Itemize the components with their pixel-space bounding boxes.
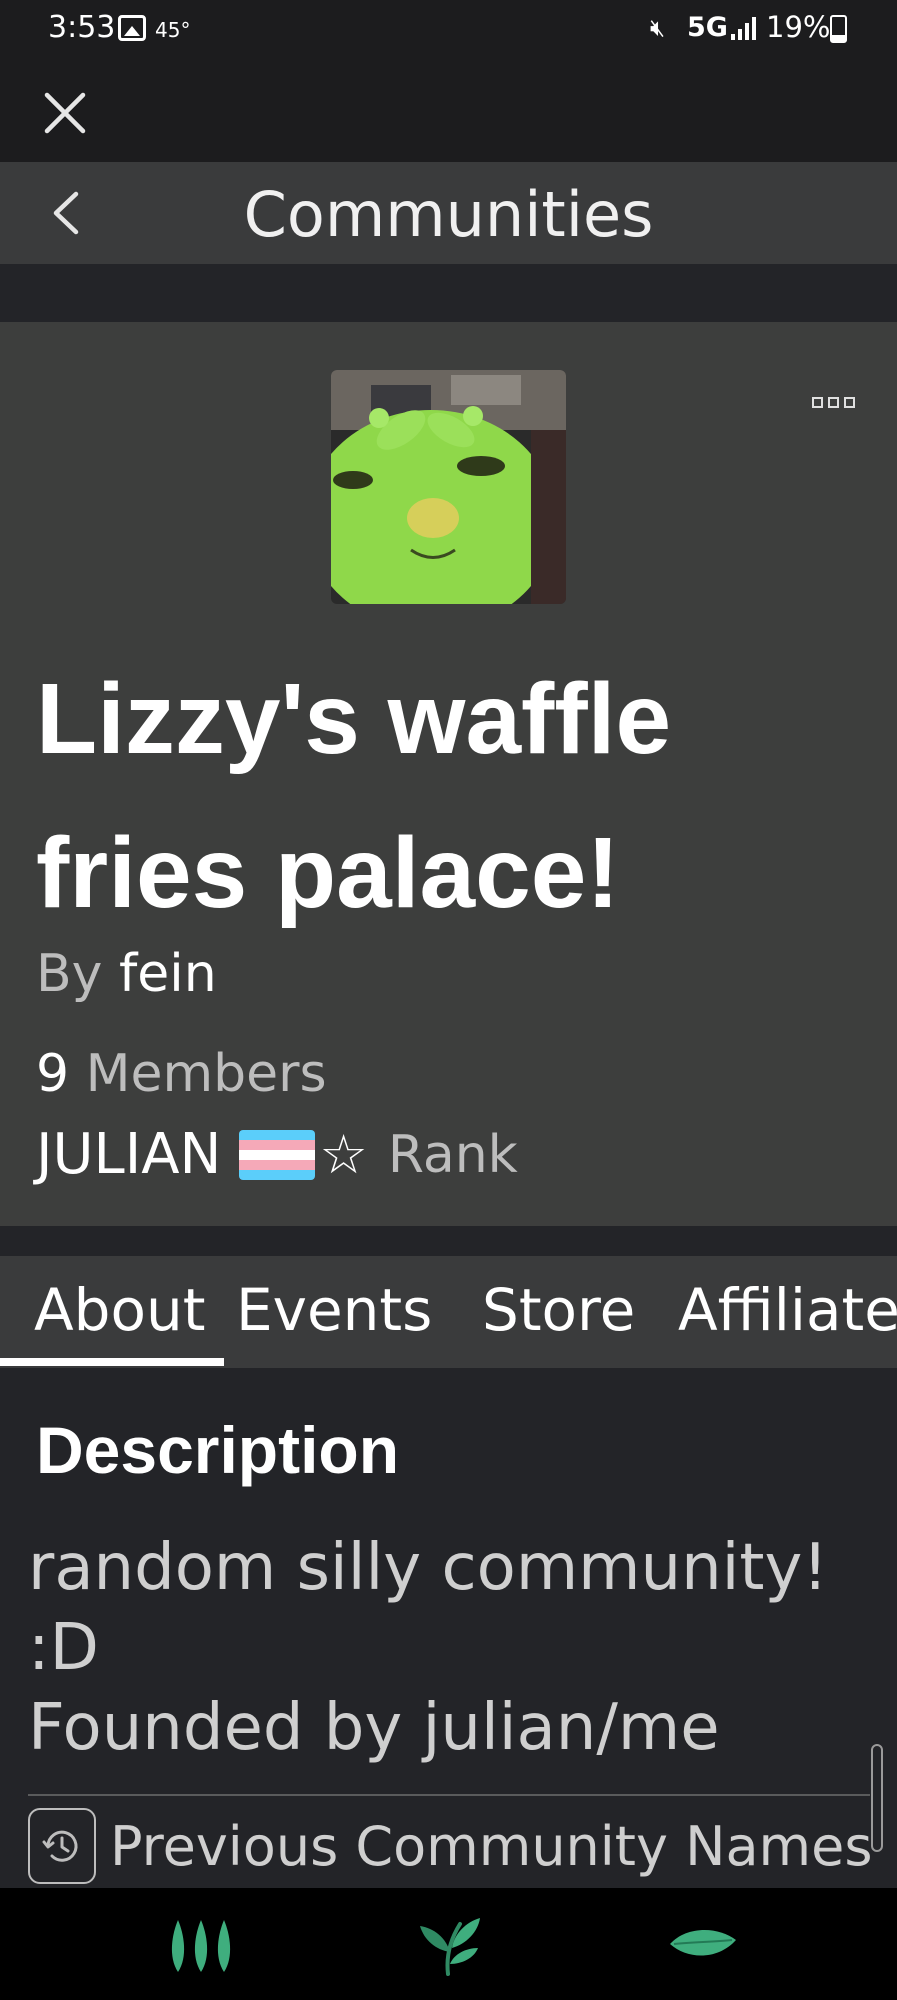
status-temperature: 45° bbox=[155, 18, 191, 42]
webview-top-bar bbox=[0, 58, 897, 162]
section-gap bbox=[0, 1226, 897, 1256]
description-text: random silly community! :D Founded by ju… bbox=[28, 1531, 829, 1765]
page-title: Communities bbox=[243, 178, 654, 251]
battery-icon bbox=[830, 15, 847, 43]
more-options-icon[interactable] bbox=[812, 397, 856, 409]
description-heading: Description bbox=[36, 1413, 400, 1487]
previous-names-button[interactable]: Previous Community Names bbox=[28, 1808, 873, 1884]
mute-icon: 🔇︎ bbox=[650, 14, 666, 42]
tab-affiliates[interactable]: Affiliates bbox=[678, 1276, 897, 1344]
three-leaves-icon[interactable] bbox=[166, 1912, 236, 1976]
divider bbox=[28, 1794, 870, 1796]
battery-percent: 19% bbox=[766, 10, 831, 44]
rank-name: JULIAN bbox=[36, 1122, 222, 1187]
star-icon: ☆ bbox=[319, 1123, 368, 1186]
community-byline: By fein bbox=[36, 944, 217, 1004]
member-count-value: 9 bbox=[36, 1044, 70, 1104]
community-tabs: About Events Store Affiliates bbox=[0, 1256, 897, 1368]
gallery-notification-icon bbox=[118, 15, 146, 41]
sprout-icon[interactable] bbox=[416, 1912, 486, 1976]
community-name: Lizzy's waffle fries palace! bbox=[36, 663, 672, 929]
tab-events[interactable]: Events bbox=[236, 1276, 432, 1344]
by-label: By bbox=[36, 944, 103, 1004]
member-count: 9 Members bbox=[36, 1044, 327, 1104]
owner-link[interactable]: fein bbox=[119, 944, 217, 1004]
scrollbar[interactable] bbox=[871, 1744, 883, 1852]
community-header-card: Lizzy's waffle fries palace! By fein 9 M… bbox=[0, 322, 897, 1226]
previous-names-label: Previous Community Names bbox=[110, 1814, 873, 1878]
signal-icon bbox=[731, 17, 756, 40]
status-time: 3:53 bbox=[48, 10, 116, 45]
green-cat-image bbox=[331, 370, 566, 604]
community-thumbnail bbox=[331, 370, 566, 604]
header-spacer bbox=[0, 264, 897, 322]
network-type: 5G bbox=[687, 12, 728, 43]
leaf-icon[interactable] bbox=[668, 1912, 738, 1976]
page-header: Communities bbox=[0, 162, 897, 264]
close-icon[interactable] bbox=[40, 88, 90, 138]
rank-label: Rank bbox=[387, 1124, 518, 1185]
status-bar: 3:53 45° 🔇︎ 5G 19% bbox=[0, 0, 897, 58]
tab-store[interactable]: Store bbox=[482, 1276, 635, 1344]
trans-flag-icon bbox=[239, 1129, 316, 1180]
selected-tab-indicator bbox=[0, 1358, 224, 1366]
tab-about[interactable]: About bbox=[34, 1276, 205, 1344]
history-icon bbox=[28, 1808, 96, 1884]
members-label: Members bbox=[85, 1044, 327, 1104]
user-rank: JULIAN ☆ Rank bbox=[36, 1122, 518, 1187]
about-panel: Description random silly community! :D F… bbox=[0, 1368, 897, 1888]
bottom-nav bbox=[0, 1888, 897, 2000]
